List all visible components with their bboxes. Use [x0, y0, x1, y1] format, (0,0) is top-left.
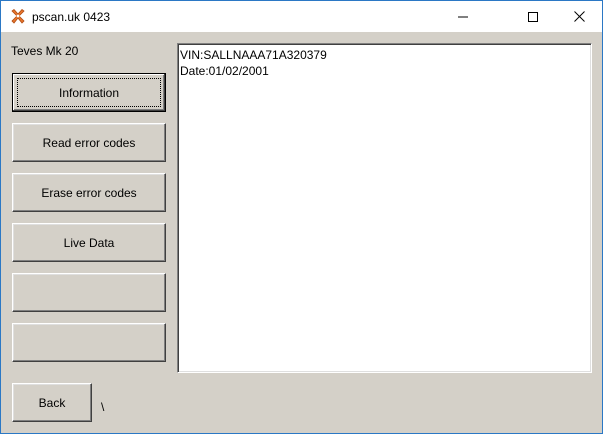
output-line-date: Date:01/02/2001 [180, 64, 269, 78]
read-error-codes-button-label: Read error codes [42, 135, 136, 150]
back-button[interactable]: Back [12, 383, 92, 422]
back-button-label: Back [38, 395, 66, 410]
information-button[interactable]: Information [12, 73, 166, 112]
pscan-app-icon [10, 8, 26, 25]
title-bar[interactable]: pscan.uk 0423 [1, 1, 602, 32]
output-line-vin: VIN:SALLNAAA71A320379 [180, 48, 327, 62]
read-error-codes-button[interactable]: Read error codes [12, 123, 166, 162]
app-window: pscan.uk 0423 Teves Mk 20 Information Re… [0, 0, 603, 434]
erase-error-codes-button[interactable]: Erase error codes [12, 173, 166, 212]
output-textarea[interactable]: VIN:SALLNAAA71A320379 Date:01/02/2001 [177, 43, 592, 373]
focus-ring [17, 78, 161, 107]
status-text: \ [101, 400, 105, 414]
live-data-button-label: Live Data [63, 235, 115, 250]
maximize-icon [528, 11, 538, 22]
close-icon [573, 11, 585, 22]
erase-error-codes-button-label: Erase error codes [41, 185, 137, 200]
empty-button-1[interactable] [12, 273, 166, 312]
close-button[interactable] [556, 1, 602, 32]
window-title: pscan.uk 0423 [32, 10, 111, 24]
live-data-button[interactable]: Live Data [12, 223, 166, 262]
client-area: Teves Mk 20 Information Read error codes… [1, 32, 602, 433]
maximize-button[interactable] [510, 1, 556, 32]
module-label: Teves Mk 20 [11, 44, 79, 58]
minimize-icon [458, 12, 468, 22]
empty-button-2[interactable] [12, 323, 166, 362]
minimize-button[interactable] [440, 1, 486, 32]
